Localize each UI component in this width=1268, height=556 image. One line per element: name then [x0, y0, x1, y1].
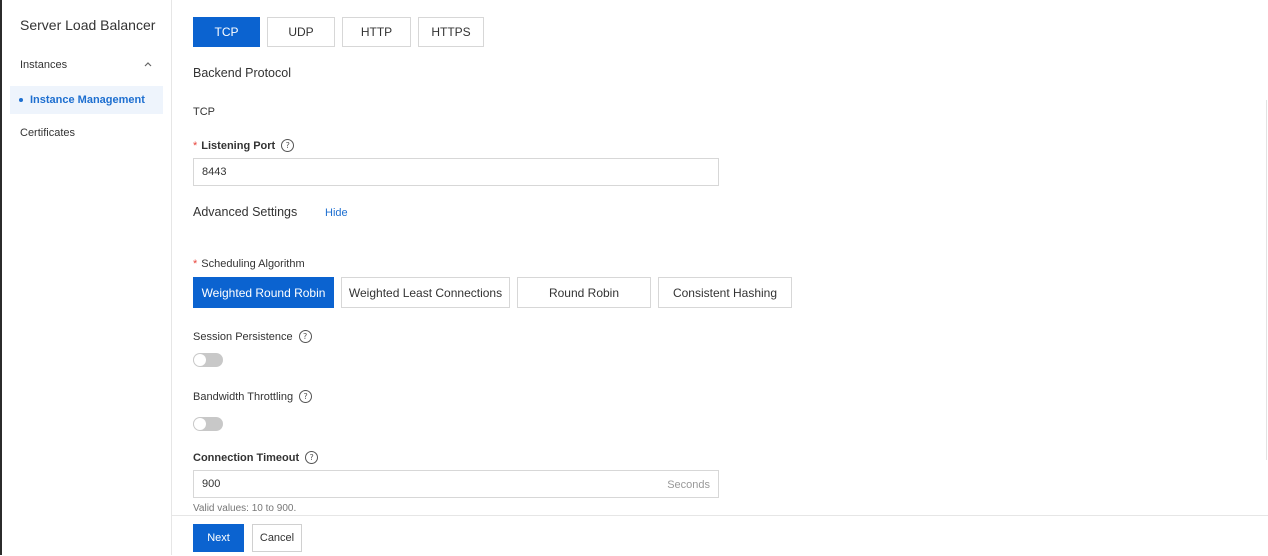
connection-timeout-label: Connection Timeout ? [193, 451, 319, 464]
listening-port-input[interactable]: 8443 [193, 158, 719, 186]
algo-weighted-round-robin[interactable]: Weighted Round Robin [193, 277, 334, 308]
connection-timeout-hint: Valid values: 10 to 900. [193, 503, 297, 514]
question-circle-icon[interactable]: ? [305, 451, 319, 464]
listening-port-value: 8443 [202, 166, 227, 178]
tab-https[interactable]: HTTPS [418, 17, 484, 47]
tab-tcp[interactable]: TCP [193, 17, 260, 47]
connection-timeout-input[interactable]: 900 Seconds [193, 470, 719, 498]
bandwidth-throttling-toggle[interactable] [193, 417, 223, 431]
question-circle-icon[interactable]: ? [298, 330, 312, 343]
backend-protocol-value: TCP [193, 106, 215, 118]
form-footer: Next Cancel [172, 515, 1268, 556]
advanced-settings-label: Advanced Settings [193, 205, 298, 219]
toggle-knob [194, 354, 206, 366]
sidebar-item-certificates[interactable]: Certificates [20, 127, 75, 139]
listening-port-label-text: Listening Port [201, 139, 276, 152]
sidebar-group-label: Instances [20, 59, 68, 71]
required-mark: * [193, 139, 198, 152]
connection-timeout-label-text: Connection Timeout [193, 451, 300, 464]
next-button[interactable]: Next [193, 524, 244, 552]
sidebar-item-label: Instance Management [30, 94, 145, 106]
connection-timeout-unit: Seconds [667, 479, 710, 491]
required-mark: * [193, 258, 198, 270]
question-circle-icon[interactable]: ? [299, 390, 313, 403]
listening-port-label: * Listening Port ? [193, 139, 295, 152]
question-circle-icon[interactable]: ? [281, 139, 295, 152]
tab-http[interactable]: HTTP [342, 17, 411, 47]
hide-advanced-link[interactable]: Hide [325, 207, 348, 219]
bandwidth-throttling-label: Bandwidth Throttling ? [193, 390, 313, 403]
algo-weighted-least-connections[interactable]: Weighted Least Connections [341, 277, 510, 308]
sidebar: Server Load Balancer Instances Instance … [2, 0, 172, 555]
bandwidth-throttling-label-text: Bandwidth Throttling [193, 390, 294, 403]
backend-protocol-label: Backend Protocol [193, 66, 291, 80]
connection-timeout-value: 900 [202, 478, 221, 490]
sidebar-title: Server Load Balancer [20, 17, 156, 33]
session-persistence-label: Session Persistence ? [193, 330, 312, 343]
sidebar-item-instance-management[interactable]: Instance Management [10, 86, 163, 114]
sidebar-group-instances[interactable]: Instances [2, 55, 170, 77]
session-persistence-label-text: Session Persistence [193, 330, 293, 343]
scrollbar-track[interactable] [1266, 100, 1267, 460]
active-dot-icon [19, 98, 23, 102]
algo-consistent-hashing[interactable]: Consistent Hashing [658, 277, 792, 308]
tab-udp[interactable]: UDP [267, 17, 335, 47]
chevron-up-icon [144, 62, 152, 67]
main-content: TCP UDP HTTP HTTPS Backend Protocol TCP … [172, 0, 1268, 556]
scheduling-algorithm-label-text: Scheduling Algorithm [201, 258, 305, 270]
algo-round-robin[interactable]: Round Robin [517, 277, 651, 308]
cancel-button[interactable]: Cancel [252, 524, 302, 552]
toggle-knob [194, 418, 206, 430]
scheduling-algorithm-label: * Scheduling Algorithm [193, 258, 305, 270]
session-persistence-toggle[interactable] [193, 353, 223, 367]
